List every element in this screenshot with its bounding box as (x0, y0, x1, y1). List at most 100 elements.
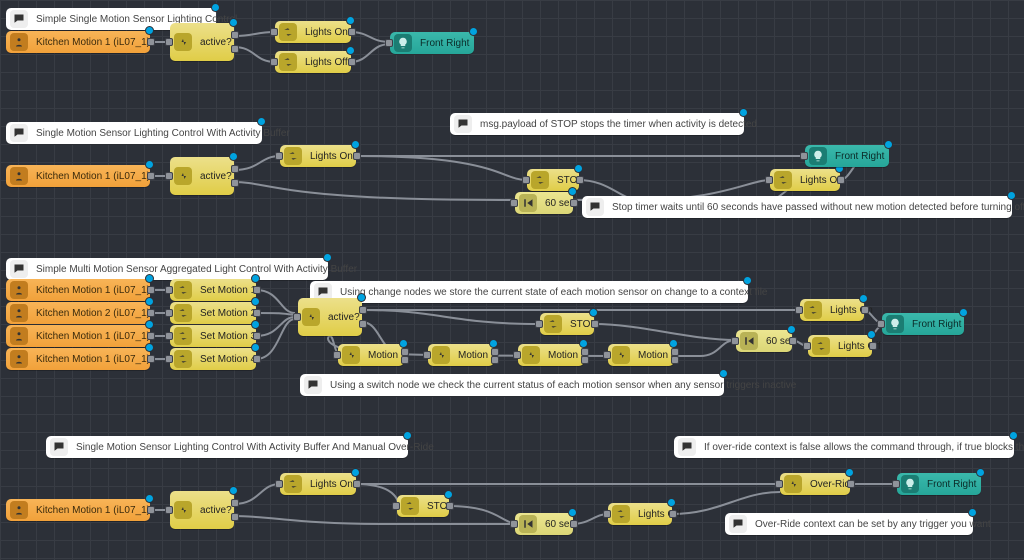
output-port[interactable] (147, 286, 155, 294)
switch-s3-m3[interactable]: Motion 3 (518, 344, 584, 366)
output-port[interactable] (353, 152, 361, 160)
output-port[interactable] (581, 356, 589, 364)
output-port[interactable] (253, 286, 261, 294)
output-port[interactable] (671, 348, 679, 356)
change-s4-on[interactable]: Lights On (280, 473, 356, 495)
input-port[interactable] (535, 320, 543, 328)
input-port[interactable] (510, 199, 518, 207)
comment-s3-title[interactable]: Simple Multi Motion Sensor Aggregated Li… (6, 258, 328, 280)
input-port[interactable] (775, 480, 783, 488)
input-port[interactable] (293, 313, 301, 321)
switch-s4-override[interactable]: Over-Ride (780, 473, 850, 495)
comment-s4-top[interactable]: If over-ride context is false allows the… (674, 436, 1014, 458)
input-port[interactable] (765, 176, 773, 184)
change-s3-off[interactable]: Lights Off (808, 335, 872, 357)
sensor-s3-3[interactable]: Kitchen Motion 1 (iL07_1) (6, 325, 150, 347)
output-port[interactable] (348, 58, 356, 66)
sensor-s3-1[interactable]: Kitchen Motion 1 (iL07_1) (6, 279, 150, 301)
input-port[interactable] (333, 351, 341, 359)
output-port[interactable] (401, 356, 409, 364)
change-s2-on[interactable]: Lights On (280, 145, 356, 167)
change-s2-off[interactable]: Lights Off (770, 169, 840, 191)
input-port[interactable] (165, 38, 173, 46)
switch-s3-m1[interactable]: Motion 1 (338, 344, 404, 366)
input-port[interactable] (270, 28, 278, 36)
input-port[interactable] (423, 351, 431, 359)
input-port[interactable] (603, 510, 611, 518)
output-port[interactable] (570, 199, 578, 207)
switch-s2-active[interactable]: active? (170, 157, 234, 195)
delay-s4[interactable]: 60 sec (515, 513, 573, 535)
input-port[interactable] (603, 351, 611, 359)
input-port[interactable] (165, 355, 173, 363)
switch-s1-active[interactable]: active? (170, 23, 234, 61)
output-port[interactable] (491, 356, 499, 364)
output-port[interactable] (231, 499, 239, 507)
switch-s3-m4[interactable]: Motion 4 (608, 344, 674, 366)
change-s3-set4[interactable]: Set Motion 4 (170, 348, 256, 370)
change-s1-off[interactable]: Lights Off (275, 51, 351, 73)
sensor-s1[interactable]: Kitchen Motion 1 (iL07_1) (6, 31, 150, 53)
switch-s3-active[interactable]: active? (298, 298, 362, 336)
input-port[interactable] (270, 58, 278, 66)
switch-s4-active[interactable]: active? (170, 491, 234, 529)
comment-s2-title[interactable]: Single Motion Sensor Lighting Control Wi… (6, 122, 262, 144)
input-port[interactable] (165, 506, 173, 514)
input-port[interactable] (165, 309, 173, 317)
output-port[interactable] (348, 28, 356, 36)
input-port[interactable] (731, 337, 739, 345)
output-port[interactable] (837, 176, 845, 184)
output-port[interactable] (671, 356, 679, 364)
output-port[interactable] (147, 309, 155, 317)
comment-s4-bottom[interactable]: Over-Ride context can be set by any trig… (725, 513, 973, 535)
change-s3-set1[interactable]: Set Motion 1 (170, 279, 256, 301)
comment-s3-switch[interactable]: Using a switch node we check the current… (300, 374, 724, 396)
output-port[interactable] (231, 45, 239, 53)
input-port[interactable] (795, 306, 803, 314)
change-s4-off[interactable]: Lights Off (608, 503, 672, 525)
comment-s2-top[interactable]: msg.payload of STOP stops the timer when… (450, 113, 744, 135)
entity-s4[interactable]: Front Right (897, 473, 981, 495)
output-port[interactable] (253, 355, 261, 363)
output-port[interactable] (353, 480, 361, 488)
change-s3-set3[interactable]: Set Motion 3 (170, 325, 256, 347)
output-port[interactable] (861, 306, 869, 314)
input-port[interactable] (165, 332, 173, 340)
input-port[interactable] (877, 320, 885, 328)
input-port[interactable] (510, 520, 518, 528)
change-s3-set2[interactable]: Set Motion 2 (170, 302, 256, 324)
change-s4-stop[interactable]: STOP (397, 495, 449, 517)
output-port[interactable] (231, 513, 239, 521)
sensor-s2[interactable]: Kitchen Motion 1 (iL07_1) (6, 165, 150, 187)
output-port[interactable] (847, 480, 855, 488)
change-s3-on[interactable]: Lights On (800, 299, 864, 321)
input-port[interactable] (513, 351, 521, 359)
output-port[interactable] (147, 332, 155, 340)
output-port[interactable] (253, 309, 261, 317)
input-port[interactable] (165, 172, 173, 180)
delay-s2[interactable]: 60 sec (515, 192, 573, 214)
output-port[interactable] (401, 348, 409, 356)
output-port[interactable] (576, 176, 584, 184)
input-port[interactable] (165, 286, 173, 294)
output-port[interactable] (789, 337, 797, 345)
input-port[interactable] (392, 502, 400, 510)
change-s1-on[interactable]: Lights On (275, 21, 351, 43)
comment-s3-context[interactable]: Using change nodes we store the current … (310, 281, 748, 303)
output-port[interactable] (359, 320, 367, 328)
input-port[interactable] (522, 176, 530, 184)
comment-s4-title[interactable]: Single Motion Sensor Lighting Control Wi… (46, 436, 408, 458)
entity-s3[interactable]: Front Right (882, 313, 964, 335)
output-port[interactable] (570, 520, 578, 528)
output-port[interactable] (581, 348, 589, 356)
output-port[interactable] (446, 502, 454, 510)
input-port[interactable] (800, 152, 808, 160)
sensor-s3-2[interactable]: Kitchen Motion 2 (iL07_1) (6, 302, 150, 324)
delay-s3[interactable]: 60 sec (736, 330, 792, 352)
output-port[interactable] (231, 179, 239, 187)
input-port[interactable] (275, 152, 283, 160)
comment-s2-bottom[interactable]: Stop timer waits until 60 seconds have p… (582, 196, 1012, 218)
output-port[interactable] (669, 510, 677, 518)
input-port[interactable] (803, 342, 811, 350)
input-port[interactable] (385, 39, 393, 47)
